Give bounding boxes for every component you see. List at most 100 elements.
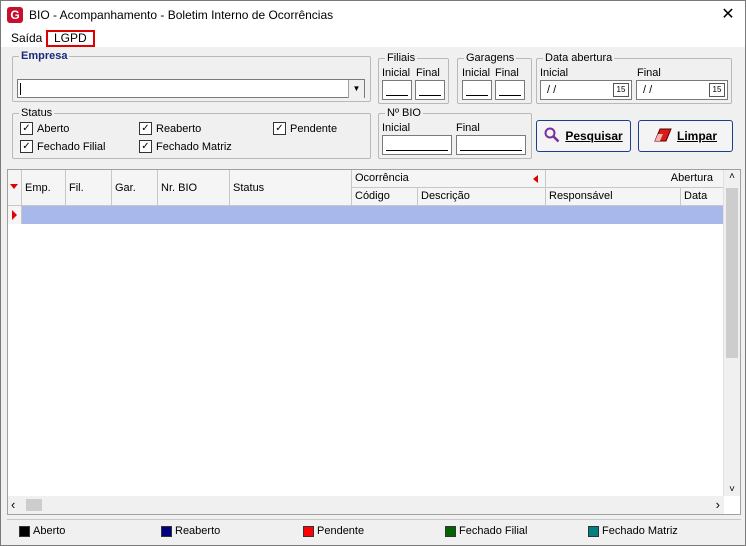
- data-abertura-legend: Data abertura: [545, 52, 613, 64]
- menu-saida[interactable]: Saída: [7, 30, 46, 47]
- legend-reaberto: Reaberto: [161, 525, 220, 537]
- limpar-button[interactable]: Limpar: [638, 120, 733, 152]
- group-abertura[interactable]: Abertura: [546, 170, 724, 188]
- sort-down-icon: [10, 184, 18, 189]
- title-bar: G BIO - Acompanhamento - Boletim Interno…: [1, 1, 745, 29]
- status-fechado-filial-label: Fechado Filial: [37, 140, 106, 153]
- legend-aberto-label: Aberto: [33, 525, 66, 537]
- data-final-input[interactable]: / / 15: [636, 80, 728, 100]
- garagens-final-input[interactable]: [495, 80, 525, 100]
- scroll-up-icon[interactable]: ˄: [724, 171, 740, 182]
- legend-fechado-filial: Fechado Filial: [445, 525, 527, 537]
- col-data[interactable]: Data: [681, 188, 724, 206]
- eraser-icon: [654, 128, 672, 145]
- nr-bio-final-input[interactable]: [456, 135, 526, 155]
- legend-swatch: [19, 525, 30, 537]
- calendar-icon[interactable]: 15: [709, 83, 725, 97]
- legend-swatch: [303, 525, 314, 537]
- garagens-inicial-label: Inicial: [462, 67, 491, 79]
- data-inicial-value: / /: [547, 84, 557, 96]
- garagens-inicial-input[interactable]: [462, 80, 492, 100]
- horizontal-scrollbar[interactable]: ‹ ›: [8, 496, 724, 514]
- horizontal-scroll-thumb[interactable]: [26, 499, 42, 511]
- checkmark-icon: ✓: [139, 140, 152, 153]
- legend-swatch: [588, 525, 599, 537]
- legend-swatch: [161, 525, 172, 537]
- col-responsavel[interactable]: Responsável: [546, 188, 681, 206]
- scroll-left-icon[interactable]: ‹: [11, 497, 15, 512]
- legend-pendente: Pendente: [303, 525, 364, 537]
- legend-fechado-matriz-label: Fechado Matriz: [602, 525, 678, 537]
- menu-bar: Saída LGPD: [1, 29, 745, 47]
- status-reaberto-checkbox[interactable]: ✓ Reaberto: [139, 122, 201, 135]
- checkmark-icon: ✓: [20, 122, 33, 135]
- status-fechado-matriz-checkbox[interactable]: ✓ Fechado Matriz: [139, 140, 232, 153]
- filiais-final-input[interactable]: [415, 80, 445, 100]
- filiais-inicial-input[interactable]: [382, 80, 412, 100]
- checkmark-icon: ✓: [139, 122, 152, 135]
- nr-bio-inicial-input[interactable]: [382, 135, 452, 155]
- status-fechado-matriz-label: Fechado Matriz: [156, 140, 232, 153]
- legend-swatch: [445, 525, 456, 537]
- data-final-value: / /: [643, 84, 653, 96]
- nr-bio-legend: Nº BIO: [387, 107, 421, 119]
- status-color-legend: Aberto Reaberto Pendente Fechado Filial …: [7, 519, 741, 541]
- table-row[interactable]: [8, 206, 724, 224]
- results-grid[interactable]: Emp. Fil. Gar. Nr. BIO Status Ocorrência…: [7, 169, 741, 515]
- col-status[interactable]: Status: [230, 170, 352, 206]
- filiais-inicial-label: Inicial: [382, 67, 411, 79]
- group-ocorrencia-label: Ocorrência: [355, 172, 409, 184]
- legend-reaberto-label: Reaberto: [175, 525, 221, 537]
- data-final-label: Final: [637, 67, 661, 79]
- search-icon: [544, 127, 560, 146]
- filiais-final-label: Final: [416, 67, 440, 79]
- status-pendente-checkbox[interactable]: ✓ Pendente: [273, 122, 337, 135]
- checkmark-icon: ✓: [20, 140, 33, 153]
- data-inicial-input[interactable]: / / 15: [540, 80, 632, 100]
- chevron-down-icon[interactable]: ▼: [348, 80, 364, 98]
- pesquisar-button[interactable]: Pesquisar: [536, 120, 631, 152]
- scroll-right-icon[interactable]: ›: [716, 497, 720, 512]
- status-fechado-filial-checkbox[interactable]: ✓ Fechado Filial: [20, 140, 105, 153]
- window-title: BIO - Acompanhamento - Boletim Interno d…: [29, 8, 334, 22]
- garagens-legend: Garagens: [466, 52, 515, 64]
- status-pendente-label: Pendente: [290, 122, 338, 135]
- nr-bio-inicial-label: Inicial: [382, 122, 411, 134]
- checkmark-icon: ✓: [273, 122, 286, 135]
- close-button[interactable]: ✕: [711, 1, 745, 29]
- legend-fechado-matriz: Fechado Matriz: [588, 525, 678, 537]
- vertical-scrollbar[interactable]: ˄ ˅: [723, 170, 740, 496]
- limpar-label: Limpar: [676, 129, 717, 143]
- main-window: G BIO - Acompanhamento - Boletim Interno…: [0, 0, 746, 546]
- pesquisar-label: Pesquisar: [565, 129, 623, 143]
- app-logo-icon: G: [7, 7, 23, 23]
- col-nr-bio[interactable]: Nr. BIO: [158, 170, 230, 206]
- col-gar[interactable]: Gar.: [112, 170, 158, 206]
- legend-fechado-filial-label: Fechado Filial: [459, 525, 528, 537]
- group-ocorrencia[interactable]: Ocorrência: [352, 170, 546, 188]
- row-indicator: [8, 206, 22, 224]
- nr-bio-final-label: Final: [456, 122, 480, 134]
- legend-aberto: Aberto: [19, 525, 65, 537]
- status-legend: Status: [21, 107, 53, 119]
- filiais-legend: Filiais: [387, 52, 416, 64]
- scroll-down-icon[interactable]: ˅: [724, 484, 740, 495]
- text-cursor: [20, 83, 21, 95]
- col-codigo[interactable]: Código: [352, 188, 418, 206]
- data-inicial-label: Inicial: [540, 67, 569, 79]
- empresa-legend: Empresa: [21, 50, 68, 62]
- current-row-icon: [12, 210, 17, 220]
- status-aberto-label: Aberto: [37, 122, 70, 135]
- grid-corner: [8, 170, 22, 206]
- col-fil[interactable]: Fil.: [66, 170, 112, 206]
- empresa-combo[interactable]: ▼: [17, 79, 365, 98]
- garagens-final-label: Final: [495, 67, 519, 79]
- calendar-icon[interactable]: 15: [613, 83, 629, 97]
- status-aberto-checkbox[interactable]: ✓ Aberto: [20, 122, 69, 135]
- col-emp[interactable]: Emp.: [22, 170, 66, 206]
- status-reaberto-label: Reaberto: [156, 122, 202, 135]
- col-descricao[interactable]: Descrição: [418, 188, 546, 206]
- vertical-scroll-thumb[interactable]: [726, 188, 738, 358]
- menu-lgpd[interactable]: LGPD: [46, 30, 95, 47]
- sort-left-icon: [533, 175, 538, 183]
